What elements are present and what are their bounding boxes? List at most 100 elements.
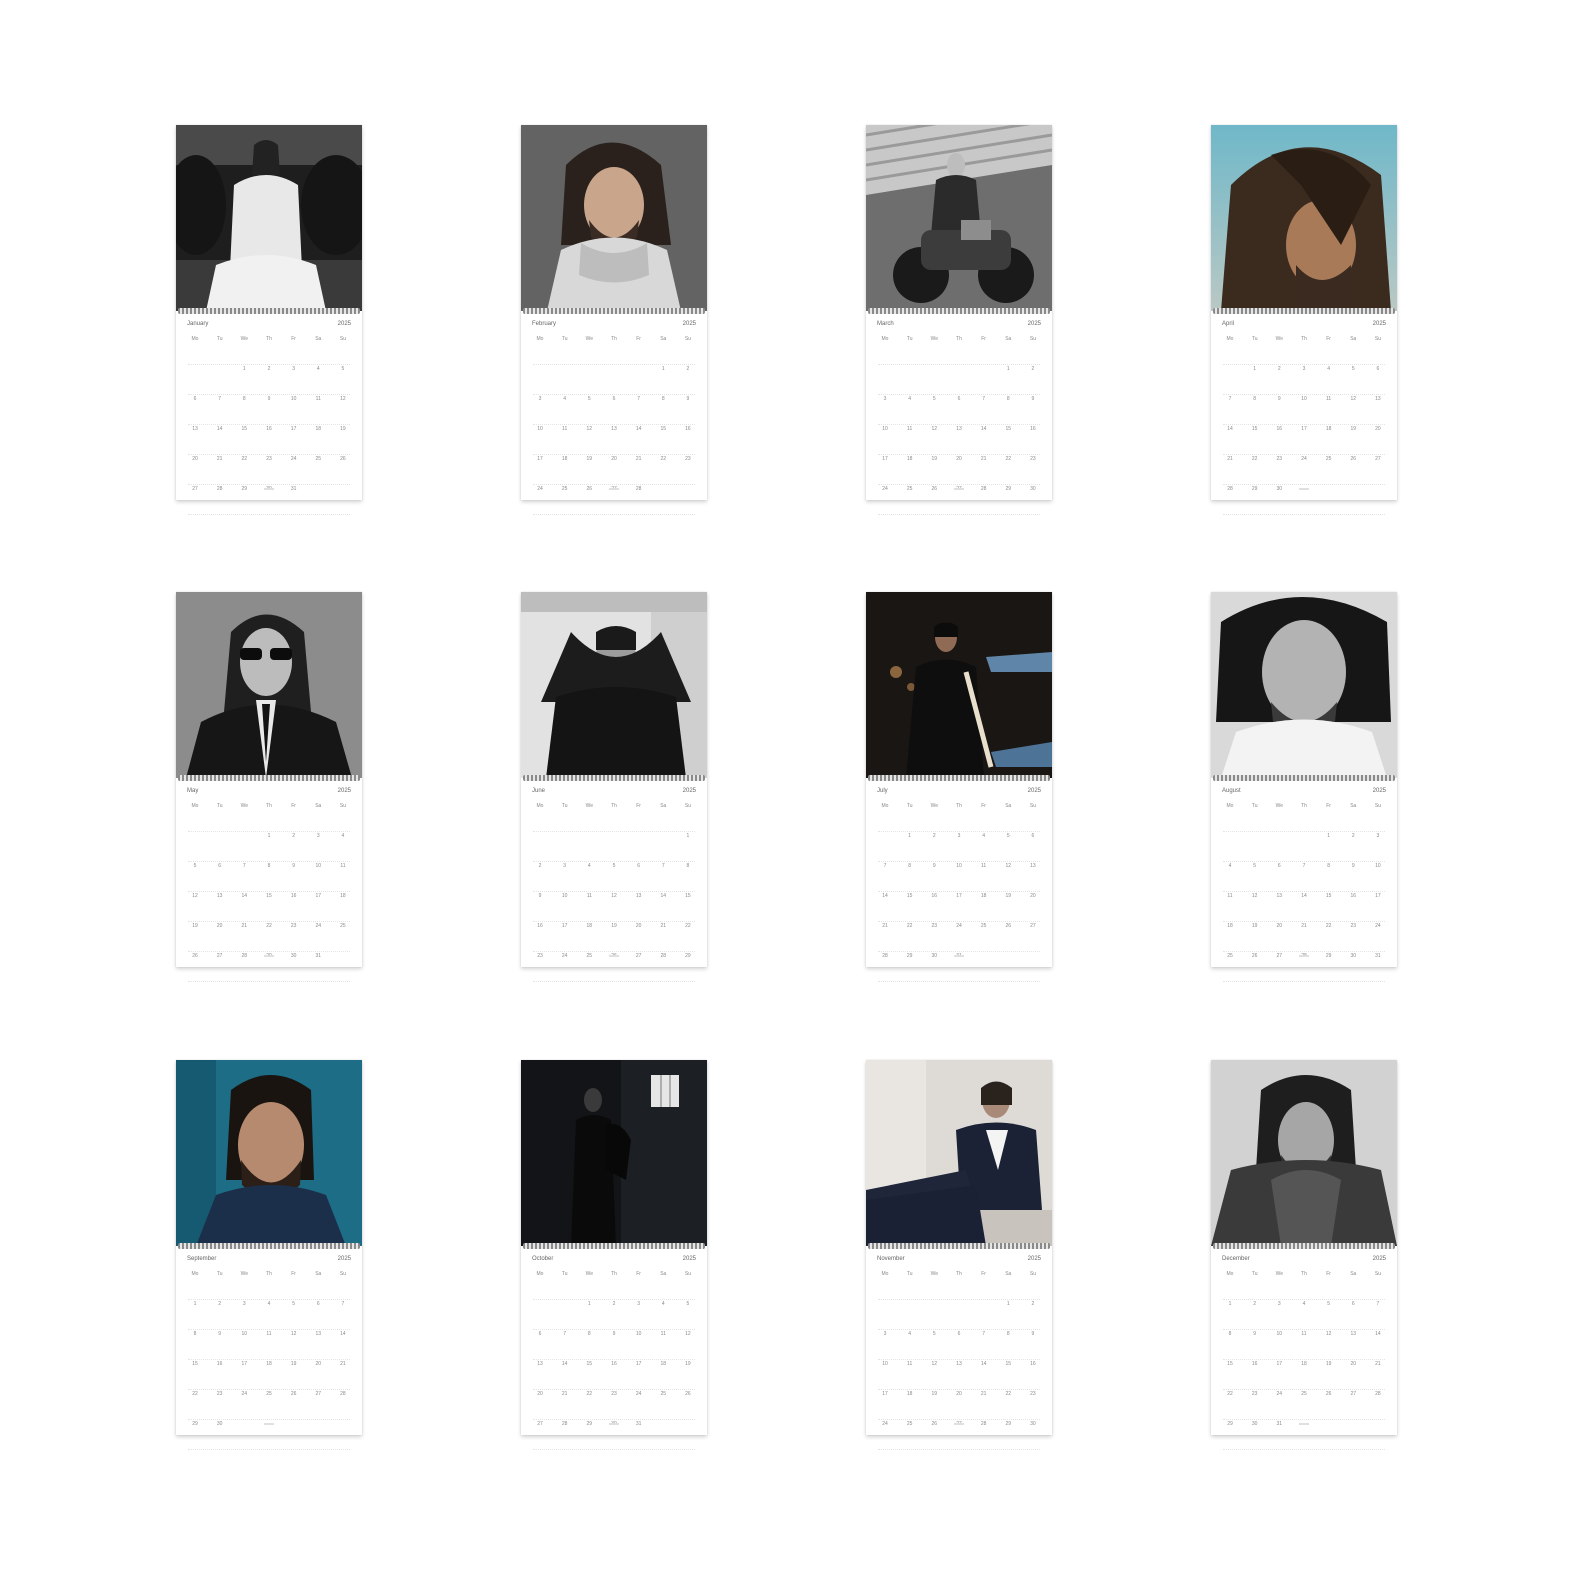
day-cell: 16 [290, 893, 297, 899]
day-cell: 15 [906, 893, 913, 899]
day-cell: 20 [635, 923, 642, 929]
day-cell: 17 [241, 1361, 248, 1367]
day-cell: 1 [267, 833, 271, 839]
day-cell: 29 [685, 953, 691, 959]
day-cell: 3 [292, 366, 296, 372]
month-grid: April 2025 Mo Tu We Th Fr Sa Su 1 2 3 4 5 6 7 8 9 10 11 12… [1211, 317, 1397, 515]
week-row: 21 22 23 24 25 26 27 [1223, 455, 1385, 485]
day-cell: 25 [315, 456, 322, 462]
footer-mark [954, 488, 964, 490]
day-cell: 14 [1301, 893, 1307, 899]
day-cell: 27 [216, 953, 223, 959]
day-cell: 9 [538, 893, 542, 899]
day-cell: 13 [1276, 893, 1283, 899]
calendar-page-february: February 2025 Mo Tu We Th Fr Sa Su 1 2 3 4 5 6 7 8 9 10 1… [521, 125, 707, 515]
weekday-label: Su [684, 336, 691, 342]
weekday-label: We [1275, 336, 1284, 342]
weekday-label: We [240, 336, 249, 342]
week-row: 15 16 17 18 19 20 21 [1223, 1360, 1385, 1390]
month-name: October [532, 1256, 554, 1262]
day-cell: 4 [341, 833, 345, 839]
day-cell: 21 [1301, 923, 1307, 929]
day-cell: 3 [1302, 366, 1306, 372]
calendar-page-july: July 2025 Mo Tu We Th Fr Sa Su 1 2 3 4 5 6 7 8 9 10 11 12 1… [866, 592, 1052, 982]
weekday-label: Fr [981, 803, 986, 809]
week-row: 10 11 12 13 14 15 16 [878, 425, 1040, 455]
day-cell: 4 [661, 1301, 665, 1307]
day-cell: 8 [1006, 1331, 1010, 1337]
year-label: 2025 [1027, 788, 1041, 794]
weekday-label: Tu [906, 803, 913, 809]
day-cell: 12 [1350, 396, 1357, 402]
weekday-label: Fr [291, 803, 296, 809]
weekday-label: Mo [536, 336, 544, 342]
weekday-label: Mo [536, 803, 544, 809]
day-cell: 7 [883, 863, 887, 869]
weekday-label: Fr [981, 336, 986, 342]
day-cell: 30 [216, 1421, 223, 1427]
weekday-header-row: Mo Tu We Th Fr Sa Su [878, 335, 1040, 365]
day-cell: 11 [340, 863, 346, 869]
day-cell: 5 [587, 396, 591, 402]
weekday-label: Th [611, 336, 617, 342]
day-cell: 8 [193, 1331, 197, 1337]
footer-mark [954, 955, 964, 957]
week-row: 4 5 6 7 8 9 10 [1223, 862, 1385, 892]
week-row: 14 15 16 17 18 19 20 [1223, 425, 1385, 455]
day-cell: 12 [611, 893, 617, 899]
day-cell: 22 [1227, 1391, 1233, 1397]
week-row: 3 4 5 6 7 8 9 [533, 395, 695, 425]
day-cell: 22 [660, 456, 667, 462]
day-cell: 3 [637, 1301, 641, 1307]
day-cell: 7 [982, 396, 986, 402]
day-cell: 1 [661, 366, 665, 372]
spiral-binding [523, 308, 705, 314]
photo-march [866, 125, 1052, 311]
day-cell: 7 [218, 396, 222, 402]
weekday-header-row: Mo Tu We Th Fr Sa Su [533, 802, 695, 832]
weekday-label: Sa [1350, 336, 1357, 342]
day-cell: 27 [635, 953, 642, 959]
day-cell: 4 [982, 833, 986, 839]
year-label: 2025 [1027, 321, 1041, 327]
day-cell: 29 [1251, 486, 1258, 492]
day-cell: 28 [980, 1421, 987, 1427]
photo-december [1211, 1060, 1397, 1246]
day-cell: 14 [1227, 426, 1233, 432]
year-label: 2025 [1027, 1256, 1041, 1262]
day-cell: 9 [686, 396, 690, 402]
day-cell: 4 [563, 396, 567, 402]
day-cell: 26 [290, 1391, 297, 1397]
spiral-binding [178, 308, 360, 314]
day-cell: 30 [1251, 1421, 1258, 1427]
day-cell: 23 [1030, 456, 1036, 462]
weekday-label: Th [1301, 1271, 1307, 1277]
day-cell: 22 [1005, 1391, 1012, 1397]
day-cell: 17 [882, 456, 888, 462]
day-cell: 18 [315, 426, 322, 432]
day-cell: 25 [660, 1391, 667, 1397]
day-cell: 24 [882, 1421, 888, 1427]
day-cell: 15 [1005, 1361, 1012, 1367]
day-cell: 20 [956, 1391, 962, 1397]
day-cell: 19 [1350, 426, 1357, 432]
day-cell: 25 [561, 486, 568, 492]
day-cell: 16 [1350, 893, 1357, 899]
day-cell: 21 [1375, 1361, 1381, 1367]
weekday-label: Su [339, 1271, 346, 1277]
day-cell: 7 [637, 396, 641, 402]
day-cell: 5 [1351, 366, 1355, 372]
day-cell: 1 [1006, 366, 1010, 372]
day-cell: 20 [216, 923, 223, 929]
day-cell: 12 [586, 426, 593, 432]
weekday-label: Fr [291, 336, 296, 342]
day-cell: 13 [1350, 1331, 1357, 1337]
week-row: 7 8 9 10 11 12 13 [878, 862, 1040, 892]
day-cell: 15 [660, 426, 667, 432]
weekday-label: We [930, 803, 939, 809]
week-row: 19 20 21 22 23 24 25 [188, 922, 350, 952]
weekday-label: Fr [1326, 1271, 1331, 1277]
day-cell: 18 [906, 1391, 913, 1397]
day-cell: 21 [1227, 456, 1233, 462]
week-row: 5 6 7 8 9 10 11 [188, 862, 350, 892]
